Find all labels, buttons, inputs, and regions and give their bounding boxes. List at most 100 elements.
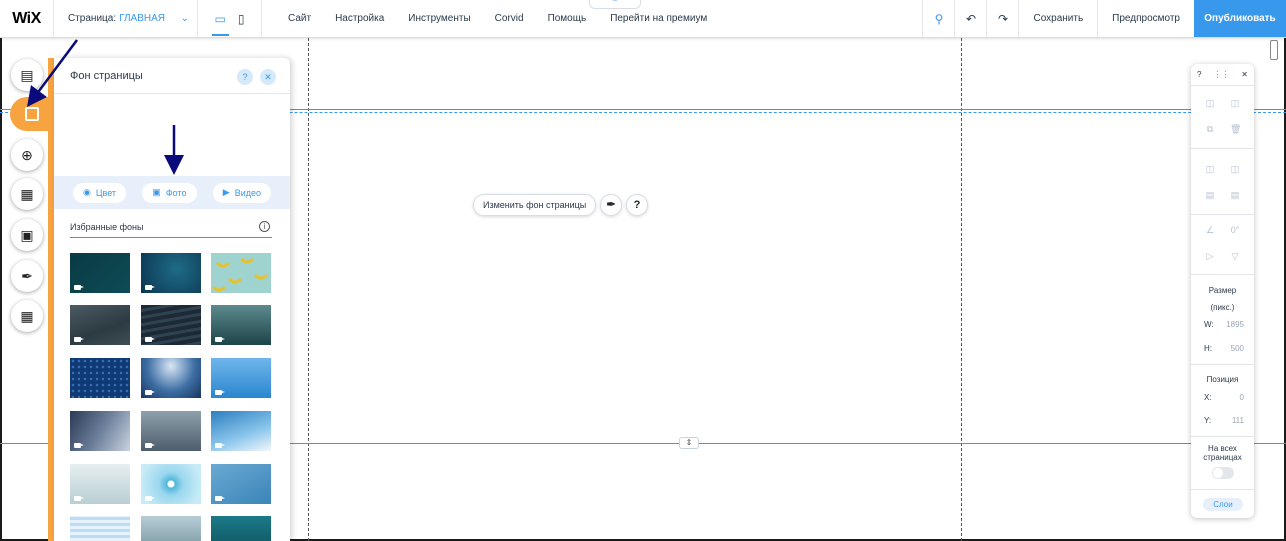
background-thumbnail[interactable] [211, 464, 271, 504]
mobile-icon[interactable]: ▯ [238, 12, 245, 26]
help-icon[interactable]: ? [237, 69, 253, 85]
rotate-icon[interactable]: ∠ [1205, 225, 1215, 235]
delete-icon[interactable]: 🗑 [1230, 124, 1241, 134]
redo-icon[interactable]: ↷ [986, 0, 1018, 37]
collapse-topbar-tab[interactable]: ⌃ [589, 0, 641, 9]
duplicate-icon[interactable]: ⧉ [1205, 124, 1215, 134]
video-badge-icon [215, 443, 225, 448]
undo-icon[interactable]: ↶ [954, 0, 986, 37]
video-badge-icon [145, 285, 155, 290]
layers-button[interactable]: Слои [1203, 498, 1243, 511]
brush-icon[interactable]: ✒ [600, 194, 622, 216]
y-field[interactable]: Y: 111 [1204, 416, 1244, 425]
flip-horizontal-icon[interactable]: ▷ [1205, 251, 1215, 261]
section-resize-handle[interactable]: ⇕ [679, 437, 699, 449]
paste-icon[interactable]: ◫ [1230, 98, 1240, 108]
menu-upgrade[interactable]: Перейти на премиум [598, 13, 719, 24]
background-thumbnail[interactable] [211, 358, 271, 398]
video-badge-icon [145, 443, 155, 448]
copy-icon[interactable]: ◫ [1205, 98, 1215, 108]
video-badge-icon [74, 496, 84, 501]
media-icon[interactable]: ▣ [11, 219, 43, 251]
preview-button[interactable]: Предпросмотр [1097, 0, 1194, 37]
height-field[interactable]: H: 500 [1204, 344, 1244, 353]
distribute-icon[interactable]: ▤ [1205, 190, 1215, 200]
bookings-icon[interactable]: ▦ [11, 300, 43, 332]
width-field[interactable]: W: 1895 [1204, 320, 1244, 329]
show-on-all-pages-toggle[interactable] [1212, 467, 1234, 479]
background-thumbnail[interactable] [141, 516, 201, 541]
grid-guide-left [308, 38, 309, 541]
save-button[interactable]: Сохранить [1018, 0, 1097, 37]
scrollbar[interactable] [1270, 40, 1278, 60]
background-thumbnail[interactable] [70, 516, 130, 541]
background-icon[interactable] [10, 97, 54, 131]
arrange-icon[interactable]: ◫ [1205, 164, 1215, 174]
tab-photo-label: Фото [165, 187, 187, 198]
background-thumbnail[interactable] [141, 411, 201, 451]
align-icon[interactable]: ◫ [1230, 164, 1240, 174]
background-thumbnail[interactable] [141, 305, 201, 345]
video-badge-icon [215, 496, 225, 501]
menu-help[interactable]: Помощь [536, 13, 599, 24]
size-unit: (пикс.) [1210, 303, 1235, 312]
tab-video[interactable]: ▶ Видео [212, 182, 271, 203]
background-thumbnail[interactable] [70, 358, 130, 398]
page-background-panel: Фон страницы ? ✕ ◉ Цвет ▣ Фото ▶ Видео Избр… [54, 58, 290, 541]
all-pages-label-2: страницах [1203, 453, 1242, 462]
x-field[interactable]: X: 0 [1204, 393, 1244, 402]
desktop-icon[interactable]: ▭ [211, 12, 230, 36]
drag-handle-icon[interactable]: ⋮⋮ [1213, 70, 1229, 79]
page-label: Страница: [68, 13, 117, 24]
tab-color[interactable]: ◉ Цвет [73, 182, 127, 203]
canvas-help-button[interactable]: ? [626, 194, 648, 216]
flip-vertical-icon[interactable]: ▽ [1230, 251, 1240, 261]
background-thumbnail[interactable] [141, 464, 201, 504]
menu-settings[interactable]: Настройка [323, 13, 396, 24]
chevron-down-icon: ⌄ [180, 13, 189, 24]
size-label: Размер [1208, 286, 1237, 295]
panel-header: Фон страницы ? ✕ [54, 58, 290, 94]
wix-logo[interactable]: WiX [0, 0, 54, 37]
page-selector[interactable]: Страница: ГЛАВНАЯ ⌄ [54, 0, 198, 37]
background-thumbnail[interactable] [211, 305, 271, 345]
background-thumbnail[interactable] [70, 464, 130, 504]
publish-button[interactable]: Опубликовать [1194, 0, 1286, 37]
background-thumbnail[interactable] [211, 411, 271, 451]
pages-menu-icon[interactable]: ▤ [11, 59, 43, 91]
blog-icon[interactable]: ✒ [11, 260, 43, 292]
match-size-icon[interactable]: ▤ [1230, 190, 1240, 200]
background-thumbnail[interactable] [70, 411, 130, 451]
background-thumbnail[interactable] [141, 358, 201, 398]
tools-help-icon[interactable]: ? [1197, 70, 1201, 79]
tab-video-label: Видео [234, 187, 261, 198]
banana-pattern [211, 257, 269, 292]
add-icon[interactable]: ⊕ [11, 139, 43, 171]
background-thumbnail[interactable] [70, 253, 130, 293]
top-bar: WiX Страница: ГЛАВНАЯ ⌄ ▭ ▯ Сайт Настрой… [0, 0, 1286, 38]
close-icon[interactable]: ✕ [260, 69, 276, 85]
video-badge-icon [74, 285, 84, 290]
tools-divider [1191, 274, 1254, 275]
y-value: 111 [1231, 416, 1244, 425]
tools-divider [1191, 148, 1254, 149]
change-page-background-button[interactable]: Изменить фон страницы [473, 194, 597, 216]
x-label: X: [1204, 393, 1212, 402]
video-badge-icon [74, 337, 84, 342]
zoom-icon[interactable]: ⚲ [922, 0, 954, 37]
menu-corvid[interactable]: Corvid [483, 13, 536, 24]
menu-site[interactable]: Сайт [276, 13, 323, 24]
panel-title: Фон страницы [70, 69, 143, 82]
info-icon[interactable]: i [259, 221, 270, 232]
grid-guide-right [961, 38, 962, 541]
background-thumbnail[interactable] [70, 305, 130, 345]
background-thumbnail[interactable] [141, 253, 201, 293]
tools-panel-header: ? ⋮⋮ ✕ [1191, 64, 1254, 86]
favorites-title-label: Избранные фоны [70, 222, 144, 232]
menu-tools[interactable]: Инструменты [396, 13, 482, 24]
tab-photo[interactable]: ▣ Фото [142, 182, 197, 203]
background-thumbnail[interactable] [211, 516, 271, 541]
tools-close-icon[interactable]: ✕ [1241, 70, 1248, 79]
app-market-icon[interactable]: ▦ [11, 178, 43, 210]
background-thumbnail[interactable] [211, 253, 271, 293]
